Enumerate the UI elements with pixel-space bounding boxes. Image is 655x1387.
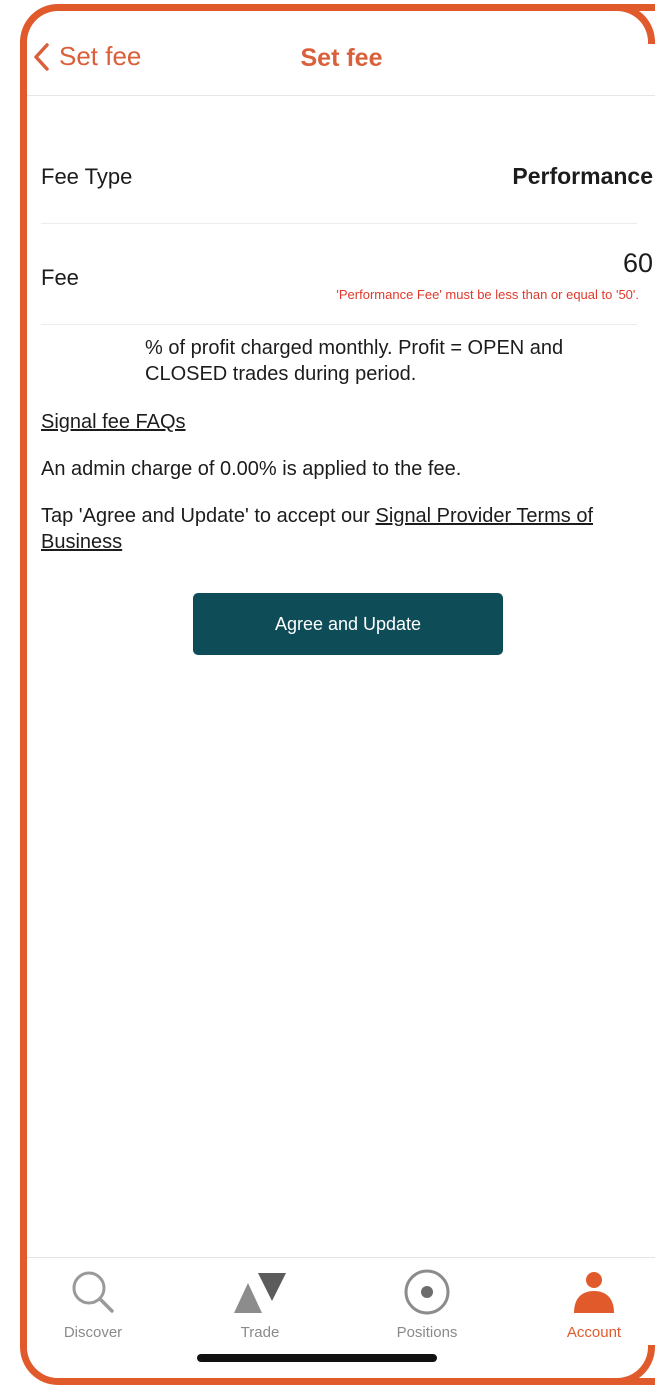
tab-trade[interactable]: Trade (200, 1268, 320, 1341)
fee-type-label: Fee Type (41, 164, 133, 189)
search-icon (72, 1271, 114, 1313)
tab-bar: Discover Trade Positions Account (27, 1257, 655, 1378)
fee-description: % of profit charged monthly. Profit = OP… (145, 337, 564, 385)
nav-header: Set fee Set fee (27, 11, 655, 96)
tab-trade-label: Trade (240, 1324, 280, 1341)
tab-discover-label: Discover (63, 1324, 123, 1341)
tab-account-label: Account (566, 1324, 622, 1341)
fee-input[interactable] (533, 248, 653, 279)
positions-icon (404, 1269, 450, 1315)
signal-fee-faqs-link[interactable]: Signal fee FAQs (41, 411, 186, 434)
home-indicator[interactable] (197, 1354, 437, 1362)
terms-text: Tap 'Agree and Update' to accept our Sig… (41, 503, 646, 555)
tab-account[interactable]: Account (534, 1268, 654, 1341)
tab-positions-label: Positions (396, 1324, 458, 1341)
tab-discover[interactable]: Discover (33, 1268, 153, 1341)
phone-frame: Set fee Set fee Fee Type Performance Fee… (20, 4, 655, 1385)
fee-error-message: 'Performance Fee' must be less than or e… (336, 287, 639, 302)
fee-label: Fee (41, 265, 79, 290)
page-title: Set fee (300, 44, 383, 72)
fee-type-row[interactable]: Fee Type Performance (41, 95, 653, 224)
agree-and-update-button[interactable]: Agree and Update (193, 593, 503, 655)
account-icon (574, 1272, 614, 1313)
fee-form: Fee Type Performance Fee 'Performance Fe… (41, 95, 653, 655)
tab-positions[interactable]: Positions (367, 1268, 487, 1341)
terms-prefix: Tap 'Agree and Update' to accept our (41, 505, 376, 527)
trade-arrows-icon (234, 1273, 286, 1313)
admin-charge-text: An admin charge of 0.00% is applied to t… (41, 458, 462, 480)
fee-type-value[interactable]: Performance (512, 163, 653, 190)
fee-row: Fee 'Performance Fee' must be less than … (41, 224, 653, 325)
